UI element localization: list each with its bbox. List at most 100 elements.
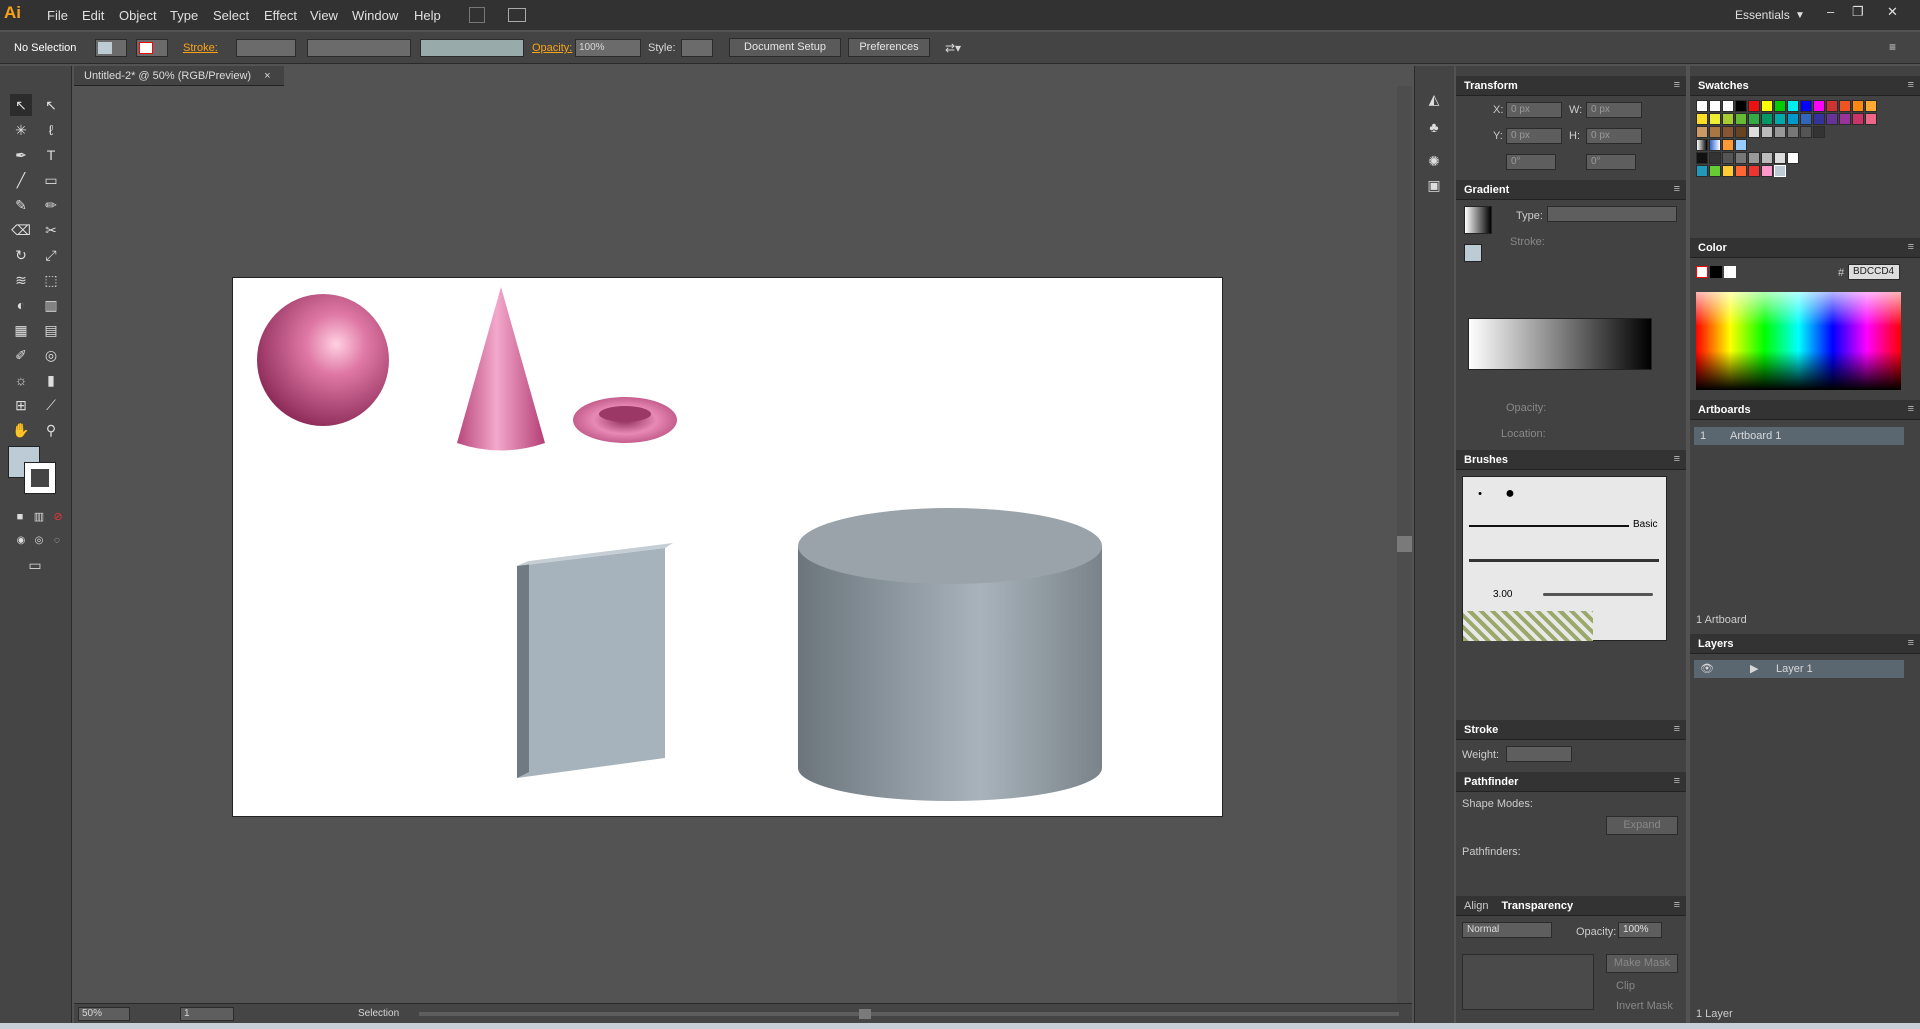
lasso-tool-icon[interactable]: ℓ [40, 119, 62, 141]
box-shape[interactable] [517, 543, 673, 778]
menu-edit[interactable]: Edit [82, 8, 104, 23]
arrange-icon[interactable]: ⇄▾ [945, 41, 961, 55]
make-mask-button[interactable]: Make Mask [1606, 954, 1678, 973]
selection-tool-icon[interactable]: ↖ [10, 94, 32, 116]
swatch-gray-1[interactable] [1748, 126, 1760, 138]
type-tool-icon[interactable]: T [40, 144, 62, 166]
swatch-lime[interactable] [1722, 113, 1734, 125]
shear-field[interactable]: 0° [1586, 154, 1636, 170]
variable-width-profile[interactable] [307, 39, 411, 57]
menu-object[interactable]: Object [119, 8, 157, 23]
expand-triangle-icon[interactable]: ▶ [1750, 662, 1758, 675]
swatch-royal[interactable] [1800, 113, 1812, 125]
artboard-tool-icon[interactable]: ⊞ [10, 394, 32, 416]
brush-charcoal[interactable] [1469, 559, 1659, 562]
zoom-level-field[interactable]: 50% [78, 1007, 130, 1021]
pen-tool-icon[interactable]: ✒ [10, 144, 32, 166]
blend-mode-select[interactable]: Normal [1462, 922, 1552, 938]
align-tab[interactable]: Align [1464, 900, 1488, 912]
transparency-tab[interactable]: Transparency [1502, 900, 1574, 912]
artboards-panel-header[interactable]: Artboards ≡ [1690, 400, 1920, 420]
swatch-gradient-blue[interactable] [1709, 139, 1721, 151]
invert-mask-checkbox[interactable]: Invert Mask [1616, 1000, 1673, 1012]
swatch-black-2[interactable] [1696, 152, 1708, 164]
width-tool-icon[interactable]: ≋ [10, 269, 32, 291]
swatch-white-2[interactable] [1787, 152, 1799, 164]
screen-mode-icon[interactable]: ▭ [24, 554, 46, 576]
restore-icon[interactable]: ❐ [1852, 4, 1864, 20]
expand-button[interactable]: Expand [1606, 816, 1678, 835]
swatch-group-4[interactable] [1735, 165, 1747, 177]
workspace-switcher[interactable]: Essentials [1735, 8, 1790, 22]
menu-help[interactable]: Help [414, 8, 441, 23]
column-graph-tool-icon[interactable]: ▮ [40, 369, 62, 391]
arrange-documents-icon[interactable] [508, 8, 526, 22]
stroke-color-box[interactable] [24, 462, 56, 494]
none-mode-icon[interactable]: ⊘ [47, 506, 69, 528]
free-transform-tool-icon[interactable]: ⬚ [40, 269, 62, 291]
close-icon[interactable]: ✕ [1887, 4, 1898, 20]
cone-shape[interactable] [457, 287, 545, 451]
rotate-field[interactable]: 0° [1506, 154, 1556, 170]
pencil-tool-icon[interactable]: ✏ [40, 194, 62, 216]
swatch-cyan[interactable] [1787, 100, 1799, 112]
y-field[interactable]: 0 px [1506, 128, 1562, 144]
paintbrush-tool-icon[interactable]: ✎ [10, 194, 32, 216]
swatch-current-fill[interactable] [1774, 165, 1786, 177]
color-white-icon[interactable] [1724, 266, 1736, 278]
swatch-none[interactable] [1696, 100, 1708, 112]
swatch-pattern-2[interactable] [1735, 139, 1747, 151]
magic-wand-tool-icon[interactable]: ✳ [10, 119, 32, 141]
brush-large-dot[interactable]: ● [1495, 481, 1525, 507]
cylinder-shape[interactable] [798, 508, 1102, 801]
scroll-thumb[interactable] [1397, 536, 1412, 552]
minimize-icon[interactable]: – [1827, 4, 1834, 19]
swatch-plum[interactable] [1839, 113, 1851, 125]
menu-view[interactable]: View [310, 8, 338, 23]
swatch-gray-6[interactable] [1813, 126, 1825, 138]
swatch-brown[interactable] [1709, 126, 1721, 138]
direct-selection-tool-icon[interactable]: ↖ [40, 94, 62, 116]
stroke-panel-header[interactable]: Stroke ≡ [1456, 720, 1686, 740]
scale-tool-icon[interactable]: ⤢ [40, 244, 62, 266]
swatch-gold[interactable] [1696, 113, 1708, 125]
menu-type[interactable]: Type [170, 8, 198, 23]
swatch-pink[interactable] [1865, 113, 1877, 125]
draw-inside-icon[interactable]: ◌ [46, 530, 68, 552]
graphic-style-dropdown[interactable] [681, 39, 713, 57]
hex-field[interactable]: BDCCD4 [1848, 264, 1900, 280]
swatch-tan[interactable] [1696, 126, 1708, 138]
swatch-black[interactable] [1735, 100, 1747, 112]
torus-shape[interactable] [573, 397, 677, 443]
eye-icon[interactable]: 👁 [1700, 662, 1714, 675]
swatch-gray-5[interactable] [1800, 126, 1812, 138]
color-black-icon[interactable] [1710, 266, 1722, 278]
menu-effect[interactable]: Effect [264, 8, 297, 23]
h-field[interactable]: 0 px [1586, 128, 1642, 144]
swatch-violet[interactable] [1826, 113, 1838, 125]
appearance-icon[interactable]: ✺ [1423, 150, 1445, 172]
swatch-chocolate[interactable] [1735, 126, 1747, 138]
gradient-type-select[interactable] [1547, 206, 1677, 222]
swatch-dark-brown[interactable] [1722, 126, 1734, 138]
swatch-group-5[interactable] [1748, 165, 1760, 177]
artboard-row[interactable]: 1 Artboard 1 [1694, 427, 1904, 445]
document-setup-button[interactable]: Document Setup [729, 38, 841, 57]
gradient-preview[interactable] [1464, 206, 1492, 234]
swatch-group-3[interactable] [1722, 165, 1734, 177]
mesh-tool-icon[interactable]: ▦ [10, 319, 32, 341]
opacity-label[interactable]: Opacity: [532, 42, 572, 54]
gradient-slider[interactable] [1468, 318, 1652, 370]
sphere-shape[interactable] [257, 294, 389, 426]
rotate-tool-icon[interactable]: ↻ [10, 244, 32, 266]
horizontal-scrollbar[interactable] [419, 1009, 1399, 1019]
close-tab-icon[interactable]: × [264, 70, 270, 82]
swatch-group-2[interactable] [1709, 165, 1721, 177]
horizontal-scroll-thumb[interactable] [859, 1009, 871, 1019]
swatch-leaf[interactable] [1735, 113, 1747, 125]
swatch-dark-red[interactable] [1826, 100, 1838, 112]
graphic-styles-icon[interactable]: ▣ [1423, 174, 1445, 196]
stroke-swatch-dropdown[interactable] [136, 39, 168, 57]
swatch-blue[interactable] [1800, 100, 1812, 112]
swatch-rose[interactable] [1852, 113, 1864, 125]
